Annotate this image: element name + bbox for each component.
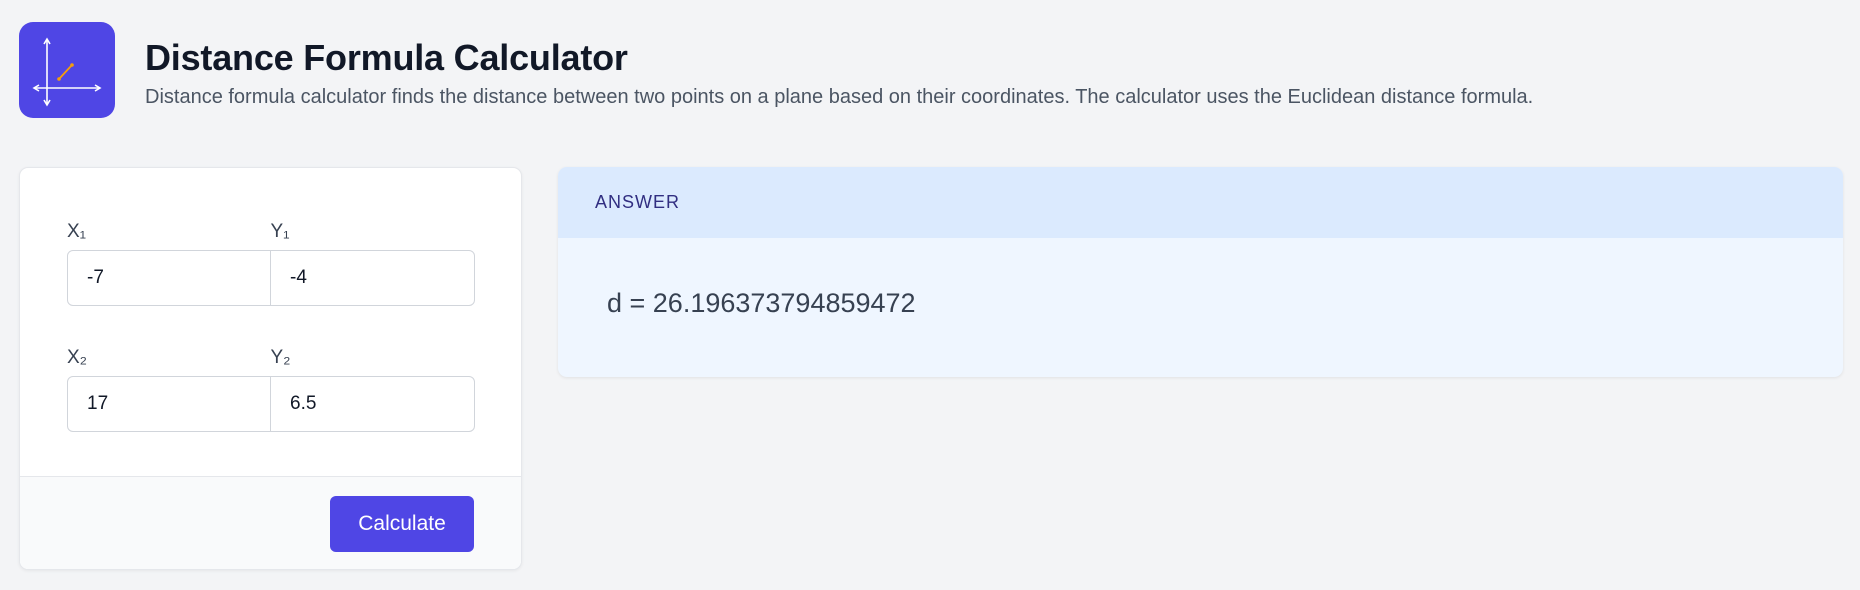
point2-inputs: [67, 376, 476, 432]
page-description: Distance formula calculator finds the di…: [145, 86, 1534, 108]
point1-labels: X₁ Y₁: [67, 218, 474, 246]
y1-label: Y₁: [270, 221, 290, 242]
answer-heading: ANSWER: [558, 167, 1843, 238]
point1-inputs: [67, 250, 476, 306]
answer-card: ANSWER d = 26.196373794859472: [558, 167, 1843, 377]
calculate-button[interactable]: Calculate: [330, 496, 474, 552]
answer-result: d = 26.196373794859472: [607, 288, 916, 318]
x1-input[interactable]: [67, 250, 271, 306]
coordinate-plane-icon: [19, 22, 115, 118]
x2-label: X₂: [67, 347, 88, 368]
x2-input[interactable]: [67, 376, 271, 432]
coordinates-form: X₁ Y₁ X₂ Y₂: [20, 168, 521, 432]
point2-labels: X₂ Y₂: [67, 344, 474, 372]
page-header: Distance Formula Calculator Distance for…: [19, 22, 1533, 118]
y1-input[interactable]: [270, 250, 475, 306]
input-card: X₁ Y₁ X₂ Y₂ Calculate: [19, 167, 522, 570]
y2-label: Y₂: [270, 347, 291, 368]
y2-input[interactable]: [270, 376, 475, 432]
x1-label: X₁: [67, 221, 87, 242]
card-footer: Calculate: [20, 476, 521, 569]
page-title: Distance Formula Calculator: [145, 37, 628, 78]
